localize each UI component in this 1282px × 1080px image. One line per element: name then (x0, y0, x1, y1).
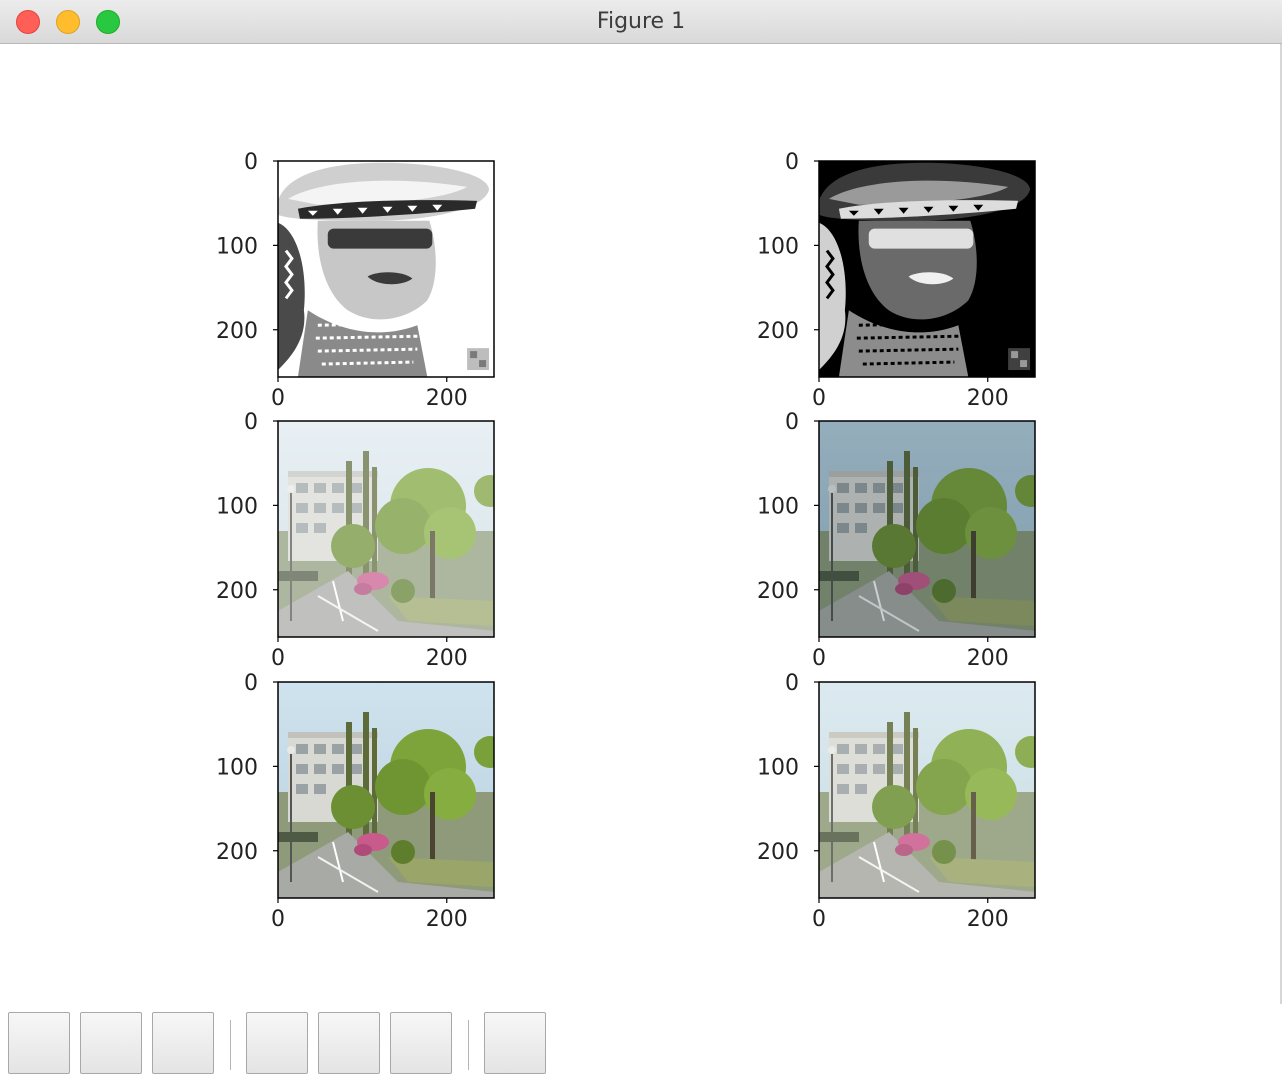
inverted-grayscale-woman-with-hat-image (819, 161, 1035, 377)
figure-svg: 0 100 200 0 200 0 100 200 0 200 0 100 200 0 200 0 100 200… (216, 150, 1036, 932)
x-tick-label: 200 (426, 386, 468, 411)
home-button[interactable] (8, 1012, 70, 1074)
x-tick-label: 0 (271, 907, 285, 932)
save-button[interactable] (484, 1012, 546, 1074)
y-tick-label: 100 (216, 494, 258, 519)
y-tick-label: 0 (244, 671, 258, 696)
x-tick-label: 0 (812, 646, 826, 671)
subplot-2-1: 0 100 200 0 200 (757, 671, 1036, 932)
y-tick-label: 100 (757, 755, 799, 780)
figure-canvas[interactable]: 0 100 200 0 200 0 100 200 0 200 0 100 200 0 200 0 100 200… (0, 44, 1282, 1004)
y-tick-label: 200 (757, 319, 799, 344)
y-tick-label: 100 (757, 234, 799, 259)
x-tick-label: 0 (812, 907, 826, 932)
y-tick-label: 200 (216, 579, 258, 604)
y-tick-label: 0 (244, 150, 258, 175)
y-tick-label: 200 (216, 840, 258, 865)
y-tick-label: 0 (785, 410, 799, 435)
subplot-1-0: 0 100 200 0 200 (216, 410, 495, 671)
y-tick-label: 0 (244, 410, 258, 435)
x-tick-label: 200 (426, 646, 468, 671)
street-scene-darker-image (819, 421, 1035, 637)
zoom-button[interactable] (318, 1012, 380, 1074)
street-scene-faded-image (278, 421, 494, 637)
x-tick-label: 200 (426, 907, 468, 932)
configure-subplots-button[interactable] (390, 1012, 452, 1074)
x-tick-label: 200 (967, 646, 1009, 671)
subplot-2-0: 0 100 200 0 200 (216, 671, 495, 932)
y-tick-label: 100 (757, 494, 799, 519)
y-tick-label: 200 (216, 319, 258, 344)
subplot-1-1: 0 100 200 0 200 (757, 410, 1036, 671)
subplot-0-0: 0 100 200 0 200 (216, 150, 495, 411)
y-tick-label: 0 (785, 671, 799, 696)
y-tick-label: 100 (216, 755, 258, 780)
toolbar-separator (230, 1020, 231, 1070)
window-title: Figure 1 (596, 9, 686, 34)
x-tick-label: 200 (967, 907, 1009, 932)
street-scene-brighter-image (819, 682, 1035, 898)
pan-button[interactable] (246, 1012, 308, 1074)
y-tick-label: 0 (785, 150, 799, 175)
y-tick-label: 200 (757, 840, 799, 865)
subplot-0-1: 0 100 200 0 200 (757, 150, 1036, 411)
x-tick-label: 0 (812, 386, 826, 411)
grayscale-woman-with-hat-image (278, 161, 494, 377)
street-scene-original-image (278, 682, 494, 898)
window-titlebar: Figure 1 (0, 0, 1282, 44)
axes-layer: 0 100 200 0 200 0 100 200 0 200 0 100 200 0 200 0 100 200… (216, 150, 1036, 932)
y-tick-label: 100 (216, 234, 258, 259)
y-tick-label: 200 (757, 579, 799, 604)
x-tick-label: 200 (967, 386, 1009, 411)
forward-button[interactable] (152, 1012, 214, 1074)
back-button[interactable] (80, 1012, 142, 1074)
toolbar-separator (468, 1020, 469, 1070)
x-tick-label: 0 (271, 386, 285, 411)
x-tick-label: 0 (271, 646, 285, 671)
